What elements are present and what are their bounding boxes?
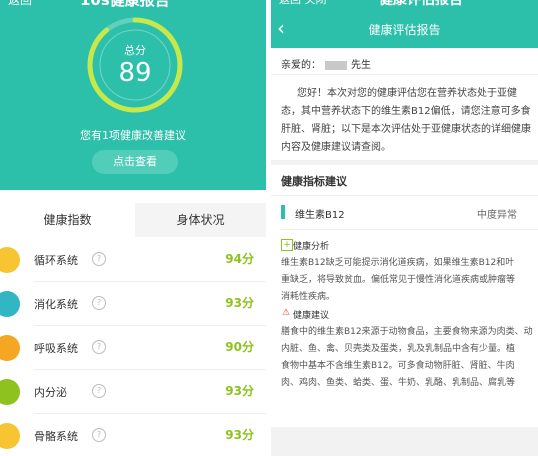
nav-bar: ‹ 健康评估报告: [271, 10, 538, 48]
intro-line: 内容及健康建议请查阅。: [281, 142, 391, 153]
system-label: 骨骼系统: [34, 430, 78, 443]
system-row-skeleton[interactable]: 骨骼系统 ? 93分: [0, 414, 266, 456]
score-label: 总分: [124, 44, 146, 57]
intro-card: 亲爱的： 先生 您好！本次对您的健康评估您在营养状态处于亚健 态，其中营养状态下的…: [271, 48, 538, 160]
score-value: 89: [118, 58, 152, 88]
endocrine-icon: [0, 379, 20, 405]
system-row-respiration[interactable]: 呼吸系统 ? 90分: [0, 326, 266, 370]
analysis-line: 重缺乏，将导致贫血。偏低常见于慢性消化道疾病或肿瘤等: [281, 275, 516, 285]
warning-icon: ⚠: [281, 308, 291, 318]
help-icon[interactable]: ?: [92, 340, 106, 354]
system-score: 94分: [225, 252, 254, 266]
advice-text: 您有1项健康改善建议: [80, 129, 186, 142]
greeting: 亲爱的： 先生: [281, 56, 371, 71]
system-row-circulation[interactable]: 循环系统 ? 94分: [0, 238, 266, 282]
accent-bar: [281, 205, 285, 219]
intro-line: 态，其中营养状态下的维生素B12偏低，请您注意可多食: [281, 106, 531, 117]
health-index-screen: 返回 10s健康报告 总分 89 您有1项健康改善建议 点击查看 健康指数 身体…: [0, 0, 266, 456]
back-close-text[interactable]: 返回 关闭: [279, 0, 327, 7]
tab-body-condition[interactable]: 身体状况: [135, 203, 266, 237]
header-title: 健康评估报告: [379, 0, 463, 8]
suggestion-line: 肉、鸡肉、鱼类、蛤类、蛋、牛奶、乳酪、乳制品、腐乳等: [281, 378, 516, 388]
indicator-card: 健康指标建议 维生素B12 中度异常 + 健康分析 维生素B12缺乏可能提示消化…: [271, 165, 538, 427]
divider: [271, 195, 538, 196]
header-title: 10s健康报告: [80, 0, 170, 9]
suggestion-line: 膳食中的维生素B12来源于动物食品，主要食物来源为肉类、动: [281, 327, 533, 337]
system-score: 93分: [225, 428, 254, 442]
status-bar: 返回 10s健康报告: [0, 0, 266, 10]
status-bar: 返回 关闭 健康评估报告: [271, 0, 538, 10]
analysis-title: 健康分析: [293, 242, 330, 252]
indicator-name: 维生素B12: [295, 210, 345, 221]
system-row-digestion[interactable]: 消化系统 ? 93分: [0, 282, 266, 326]
system-score: 93分: [225, 384, 254, 398]
tab-bar: 健康指数 身体状况: [0, 203, 266, 237]
help-icon[interactable]: ?: [92, 384, 106, 398]
help-icon[interactable]: ?: [92, 296, 106, 310]
suggestion-line: 内脏、鱼、禽、贝壳类及蛋类，乳及乳制品中含有少量。植: [281, 344, 516, 354]
greeting-prefix: 亲爱的：: [281, 60, 321, 71]
suggestion-title: 健康建议: [293, 311, 330, 321]
tab-health-index[interactable]: 健康指数: [0, 203, 135, 237]
circulation-icon: [0, 247, 20, 273]
system-score: 93分: [225, 296, 254, 310]
health-report-screen: 返回 关闭 健康评估报告 ‹ 健康评估报告 亲爱的： 先生 您好！本次对您的健康评…: [271, 0, 538, 456]
system-label: 内分泌: [34, 386, 67, 399]
score-ring: 总分 89: [84, 14, 186, 116]
view-advice-button[interactable]: 点击查看: [92, 150, 178, 174]
system-label: 消化系统: [34, 298, 78, 311]
skeleton-icon: [0, 423, 20, 449]
intro-line: 您好！本次对您的健康评估您在营养状态处于亚健: [297, 88, 517, 99]
system-label: 呼吸系统: [34, 342, 78, 355]
digestion-icon: [0, 291, 20, 317]
help-icon[interactable]: ?: [92, 252, 106, 266]
score-hero: 返回 10s健康报告 总分 89 您有1项健康改善建议 点击查看: [0, 0, 266, 190]
back-text[interactable]: 返回: [8, 0, 32, 8]
suggestion-line: 食物中基本不含维生素B12。可多食动物肝脏、肾脏、牛肉: [281, 361, 515, 371]
section-title: 健康指标建议: [281, 175, 347, 188]
plus-box-icon: +: [281, 239, 293, 251]
greeting-suffix: 先生: [351, 60, 371, 71]
indicator-status: 中度异常: [477, 210, 517, 221]
blurred-name: [325, 60, 347, 70]
respiration-icon: [0, 335, 20, 361]
system-score: 90分: [225, 340, 254, 354]
divider: [281, 229, 538, 230]
analysis-line: 消耗性疾病。: [281, 292, 336, 302]
nav-title: 健康评估报告: [368, 23, 441, 37]
intro-line: 肝脏、肾脏；以下是本次评估处于亚健康状态的详细健康: [281, 124, 531, 135]
divider: [271, 74, 538, 75]
analysis-line: 维生素B12缺乏可能提示消化道疾病，如果维生素B12和叶: [281, 258, 515, 268]
system-label: 循环系统: [34, 254, 78, 267]
system-row-endocrine[interactable]: 内分泌 ? 93分: [0, 370, 266, 414]
help-icon[interactable]: ?: [92, 428, 106, 442]
